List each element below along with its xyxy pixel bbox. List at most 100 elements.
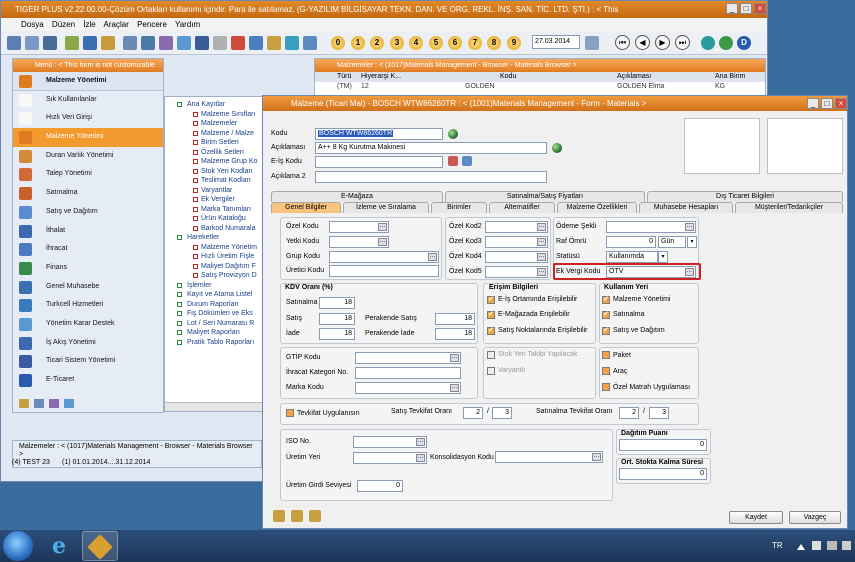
satis-tevkifat-payda[interactable]: 3 (492, 407, 512, 419)
tree-item[interactable]: Hızlı Üretim Fişle (165, 252, 265, 262)
tree-item[interactable]: Lot / Seri Numarası R (165, 319, 265, 329)
tree-item[interactable]: Fiş Dökümleri ve Eks (165, 309, 265, 319)
ozel-kodu-field[interactable]: … (329, 221, 389, 233)
tree-item[interactable]: Malzeme / Malze (165, 129, 265, 139)
ozel-kod5-lookup-button[interactable]: … (537, 268, 546, 276)
tree-expand-icon[interactable] (177, 339, 182, 345)
tree-item[interactable]: Özellik Setleri (165, 148, 265, 158)
sidebar-item[interactable]: İhracat (13, 240, 163, 259)
sidebar-item[interactable]: Sık Kullanılanlar (13, 91, 163, 110)
kdv-iade-field[interactable]: 18 (319, 328, 355, 340)
tab-muhasebe[interactable]: Muhasebe Hesapları (639, 202, 733, 213)
window-list-item[interactable]: Malzemeler : < (1017)Materials Managemen… (13, 441, 261, 459)
marka-lookup-button[interactable]: … (450, 384, 459, 392)
iso-lookup-button[interactable]: … (416, 438, 425, 446)
sidebar-item[interactable]: Ticari Sistem Yönetimi (13, 352, 163, 371)
sidebar-item[interactable]: Satış ve Dağıtım (13, 203, 163, 222)
kodu-field[interactable]: BOSCH WTW86260TR (315, 128, 443, 140)
d-icon[interactable]: D (737, 36, 751, 50)
stok-yeri-checkbox[interactable] (487, 351, 495, 359)
number-button-8[interactable]: 8 (487, 36, 501, 50)
ozel-kodu-lookup-button[interactable]: … (378, 223, 387, 231)
tray-flag-icon[interactable] (812, 541, 821, 550)
odeme-sekli-field[interactable]: … (606, 221, 696, 233)
sidebar-item[interactable]: Turkcell Hizmetleri (13, 296, 163, 315)
ozel-kod4-field[interactable]: … (485, 251, 548, 263)
toolbar-doc-icon[interactable] (83, 36, 97, 50)
sidebar-item[interactable]: Talep Yönetimi (13, 165, 163, 184)
toolbar-key-icon[interactable] (195, 36, 209, 50)
yetki-kodu-field[interactable]: … (329, 236, 389, 248)
tree-item[interactable]: Malzeme Grup Ko (165, 157, 265, 167)
kdv-satis-field[interactable]: 18 (319, 313, 355, 325)
ek-vergi-kodu-field[interactable]: ÖTV… (606, 266, 696, 278)
yetki-kodu-lookup-button[interactable]: … (378, 238, 387, 246)
sidebar-item[interactable]: İş Akış Yönetimi (13, 334, 163, 353)
raf-omru-unit-select[interactable]: Gün (658, 236, 686, 248)
ie-icon[interactable]: e (52, 534, 76, 558)
col-kodu[interactable]: Kodu (500, 72, 516, 82)
tree-item[interactable]: Satış Provizyon D (165, 271, 265, 281)
tree-expand-icon[interactable] (177, 102, 182, 107)
sidebar-item[interactable]: Finans (13, 259, 163, 278)
ort-stokta-field[interactable]: 0 (619, 468, 707, 480)
footer-note-icon[interactable] (309, 510, 321, 522)
tab-dis-ticaret[interactable]: Dış Ticaret Bilgileri (647, 191, 843, 202)
dagitim-puani-field[interactable]: 0 (619, 439, 707, 451)
table-row[interactable]: (TM) 12 GOLDEN GOLDEN Elma KG (315, 82, 765, 92)
ozel-kod3-lookup-button[interactable]: … (537, 238, 546, 246)
sidebar-item[interactable]: E-Ticaret (13, 371, 163, 390)
tab-fiyatlar[interactable]: Satınalma/Satış Fiyatları (445, 191, 645, 202)
tree-item[interactable]: Birim Setleri (165, 138, 265, 148)
taskbar-tiger-app[interactable] (82, 531, 118, 561)
toolbar-edit-icon[interactable] (285, 36, 299, 50)
footer-folder-icon[interactable] (19, 399, 29, 408)
sidebar-item[interactable]: İthalat (13, 222, 163, 241)
statusu-chevron-icon[interactable]: ▾ (658, 251, 668, 263)
toolbar-gear-icon[interactable] (213, 36, 227, 50)
toolbar-list-icon[interactable] (43, 36, 57, 50)
tevkifat-checkbox[interactable] (286, 409, 294, 417)
tree-item[interactable]: Ek Vergiler (165, 195, 265, 205)
number-button-6[interactable]: 6 (448, 36, 462, 50)
grup-kodu-field[interactable]: … (329, 251, 439, 263)
tree-item[interactable]: Hareketler (165, 233, 265, 243)
kaydet-button[interactable]: Kaydet (729, 511, 783, 524)
tree-item[interactable]: Malzeme Yönetim (165, 243, 265, 253)
toolbar-help-icon[interactable] (249, 36, 263, 50)
ozel-kod2-lookup-button[interactable]: … (537, 223, 546, 231)
gtip-lookup-button[interactable]: … (450, 354, 459, 362)
col-aciklamasi[interactable]: Açıklaması (617, 72, 651, 82)
form-close-button[interactable]: × (835, 98, 847, 109)
tree-item[interactable]: Barkod Numarala (165, 224, 265, 234)
paket-checkbox[interactable] (602, 351, 610, 359)
sidebar-item[interactable]: Yönetim Karar Destek (13, 315, 163, 334)
tree-item[interactable]: Durum Raporları (165, 300, 265, 310)
ek-vergi-lookup-button[interactable]: … (685, 268, 694, 276)
tree-item[interactable]: Kayıt ve Atama Listel (165, 290, 265, 300)
tree-item[interactable]: Ürün Kataloğu (165, 214, 265, 224)
footer-list-icon[interactable] (34, 399, 44, 408)
image-box-1[interactable] (684, 118, 760, 174)
kullanim-malzeme-checkbox[interactable] (602, 295, 610, 304)
footer-tree-icon[interactable] (64, 399, 74, 408)
konsolidasyon-lookup-button[interactable]: … (592, 453, 601, 461)
number-button-0[interactable]: 0 (331, 36, 345, 50)
clover-icon[interactable] (719, 36, 733, 50)
close-button[interactable]: × (754, 3, 766, 14)
vazgec-button[interactable]: Vazgeç (789, 511, 841, 524)
aciklama-globe-icon[interactable] (552, 143, 562, 153)
tree-item[interactable]: Malzeme Sınıfları (165, 110, 265, 120)
tab-genel-bilgiler[interactable]: Genel Bilgiler (271, 202, 341, 213)
tree-item[interactable]: İşlemler (165, 281, 265, 291)
eis-field[interactable] (315, 156, 443, 168)
toolbar-wizard-icon[interactable] (303, 36, 317, 50)
tree-item[interactable]: Pratik Tablo Raporları (165, 338, 265, 348)
erisim-eis-checkbox[interactable] (487, 295, 495, 304)
menu-yardim[interactable]: Yardım (175, 20, 200, 29)
aciklama-field[interactable]: A++ 8 Kg Kurutma Makinesi (315, 142, 547, 154)
varyantli-checkbox[interactable] (487, 367, 495, 375)
ozel-kod5-field[interactable]: … (485, 266, 548, 278)
sidebar-item[interactable]: Malzeme Yönetimi (13, 128, 163, 147)
erisim-emagaza-checkbox[interactable] (487, 310, 495, 319)
